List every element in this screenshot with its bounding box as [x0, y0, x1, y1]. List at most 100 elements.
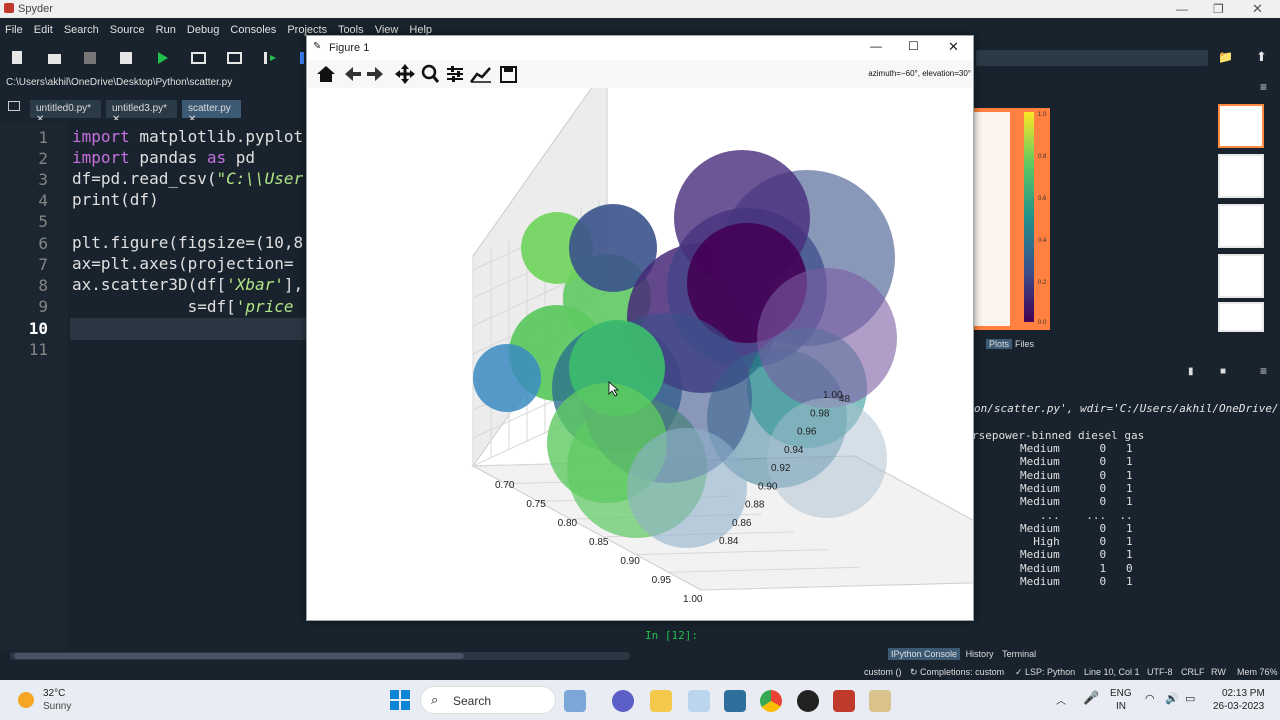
tab-terminal[interactable]: Terminal	[999, 648, 1039, 660]
colorbar-tick: 0.8	[1038, 154, 1047, 160]
plot-thumbnail[interactable]	[1218, 254, 1264, 298]
minimize-icon[interactable]: —	[870, 39, 882, 53]
widget-app-icon[interactable]	[564, 690, 586, 712]
maximize-icon[interactable]: ❐	[1213, 2, 1224, 16]
calculator-icon[interactable]	[724, 690, 746, 712]
run-icon[interactable]	[158, 52, 168, 64]
minimize-icon[interactable]: —	[1176, 2, 1188, 16]
tab-plots[interactable]: Plots	[986, 339, 1013, 349]
tab-history[interactable]: History	[963, 648, 997, 660]
figure-window[interactable]: ✎ Figure 1 — ☐ ✕ azimuth=−60°, elevation…	[306, 35, 974, 621]
taskbar-search[interactable]: ⌕ Search	[420, 686, 556, 714]
editor-horizontal-scrollbar[interactable]	[10, 652, 630, 660]
open-folder-icon[interactable]	[48, 54, 61, 64]
zoom-icon[interactable]	[421, 64, 440, 83]
plots-tabs: Plots Files	[972, 338, 1280, 352]
colorbar	[1024, 112, 1034, 322]
console-menu-icon[interactable]: ≡	[1260, 364, 1267, 378]
console-table-row: Medium 1 0	[1020, 561, 1133, 575]
menu-source[interactable]: Source	[110, 24, 145, 36]
plot-thumbnail[interactable]	[1218, 302, 1264, 332]
back-icon[interactable]	[345, 67, 361, 81]
battery-icon[interactable]: ▭	[1185, 692, 1195, 705]
clear-console-icon[interactable]: ▮	[1188, 366, 1194, 377]
search-icon: ⌕	[431, 692, 439, 707]
toolbar-icons	[12, 51, 304, 64]
tab-untitled0[interactable]: untitled0.py* ✕	[30, 100, 102, 125]
plot-thumbnail[interactable]	[1218, 204, 1264, 248]
tab-files[interactable]: Files	[1012, 339, 1037, 349]
save-icon[interactable]	[500, 66, 517, 83]
scrollbar-thumb[interactable]	[14, 653, 464, 659]
volume-icon[interactable]: 🔊	[1165, 692, 1179, 705]
code-line-7[interactable]: ax=plt.axes(projection=	[72, 254, 294, 273]
up-arrow-icon[interactable]: ⬆	[1256, 49, 1267, 65]
language-label[interactable]: ENG	[1110, 688, 1132, 699]
code-line-4[interactable]: print(df)	[72, 190, 159, 209]
console-prompt[interactable]: In [12]:	[645, 629, 698, 642]
app-icon[interactable]	[833, 690, 855, 712]
edit-axis-icon[interactable]	[470, 67, 491, 83]
search-label: Search	[453, 694, 492, 708]
stop-icon[interactable]: ■	[1220, 366, 1226, 377]
line-number: 2	[38, 149, 48, 168]
open-folder-icon[interactable]: 📁	[1218, 50, 1233, 64]
weather-sun-icon[interactable]	[18, 692, 34, 708]
plot-thumbnail[interactable]	[1218, 104, 1264, 148]
debug-icon[interactable]	[300, 52, 304, 64]
notepad-icon[interactable]	[688, 690, 710, 712]
spyder-taskbar-icon[interactable]	[869, 690, 891, 712]
forward-icon[interactable]	[367, 67, 383, 81]
chrome-icon[interactable]	[760, 690, 782, 712]
save-file-icon[interactable]	[84, 52, 96, 64]
code-line-2[interactable]: import pandas as pd	[72, 148, 255, 167]
run-selection-icon[interactable]	[264, 52, 276, 64]
close-icon[interactable]: ✕	[1252, 1, 1263, 17]
menu-debug[interactable]: Debug	[187, 24, 219, 36]
code-line-1[interactable]: import matplotlib.pyplot	[72, 127, 303, 146]
code-line-9[interactable]: s=df['price	[72, 297, 294, 316]
home-icon[interactable]	[317, 66, 335, 82]
x-tick-label: 0.90	[620, 556, 640, 567]
teams-icon[interactable]	[612, 690, 634, 712]
y-tick-label: 0.88	[745, 500, 765, 511]
weather-temp[interactable]: 32°C	[43, 688, 65, 699]
clock-time[interactable]: 02:13 PM	[1222, 688, 1265, 699]
run-cell-advance-icon[interactable]	[227, 52, 242, 64]
clock-date[interactable]: 26-03-2023	[1213, 701, 1264, 712]
close-icon[interactable]: ✕	[948, 39, 959, 55]
x-tick-label: 1.00	[683, 594, 703, 605]
code-line-3[interactable]: df=pd.read_csv("C:\\User	[72, 169, 303, 188]
windows-start-icon[interactable]	[390, 690, 410, 710]
menu-run[interactable]: Run	[156, 24, 176, 36]
code-line-6[interactable]: plt.figure(figsize=(10,8	[72, 233, 303, 252]
plot-thumbnail[interactable]	[1218, 154, 1264, 198]
maximize-icon[interactable]: ☐	[908, 39, 919, 53]
pan-icon[interactable]	[395, 64, 415, 84]
chevron-up-icon[interactable]: ︿	[1056, 692, 1066, 707]
tab-untitled3[interactable]: untitled3.py* ✕	[106, 100, 178, 125]
configure-icon[interactable]	[447, 66, 463, 82]
menu-file[interactable]: File	[5, 24, 23, 36]
new-file-icon[interactable]	[12, 51, 22, 64]
colorbar-tick: 0.4	[1038, 238, 1047, 244]
pane-menu-icon[interactable]: ≡	[1260, 80, 1267, 94]
tab-browse-icon[interactable]	[8, 101, 20, 111]
scatter3d-chart[interactable]: 0.70 0.75 0.80 0.85 0.90 0.95 1.00 0.84 0.86 0.8…	[307, 88, 973, 620]
wifi-icon[interactable]: ◠	[1145, 692, 1155, 705]
menu-search[interactable]: Search	[64, 24, 99, 36]
app-icon[interactable]	[797, 690, 819, 712]
file-explorer-icon[interactable]	[650, 690, 672, 712]
weather-desc[interactable]: Sunny	[43, 701, 71, 712]
menu-consoles[interactable]: Consoles	[230, 24, 276, 36]
run-cell-icon[interactable]	[191, 52, 206, 64]
tab-ipython-console[interactable]: IPython Console	[888, 648, 961, 660]
y-tick-label: 0.84	[719, 536, 739, 547]
code-line-8[interactable]: ax.scatter3D(df['Xbar'],	[72, 275, 303, 294]
working-directory-input[interactable]	[976, 50, 1208, 66]
save-all-icon[interactable]	[120, 52, 132, 64]
microphone-icon[interactable]: 🎤	[1083, 690, 1099, 706]
tab-scatter[interactable]: scatter.py ✕	[182, 100, 242, 125]
menu-edit[interactable]: Edit	[34, 24, 53, 36]
region-label[interactable]: IN	[1116, 701, 1126, 712]
